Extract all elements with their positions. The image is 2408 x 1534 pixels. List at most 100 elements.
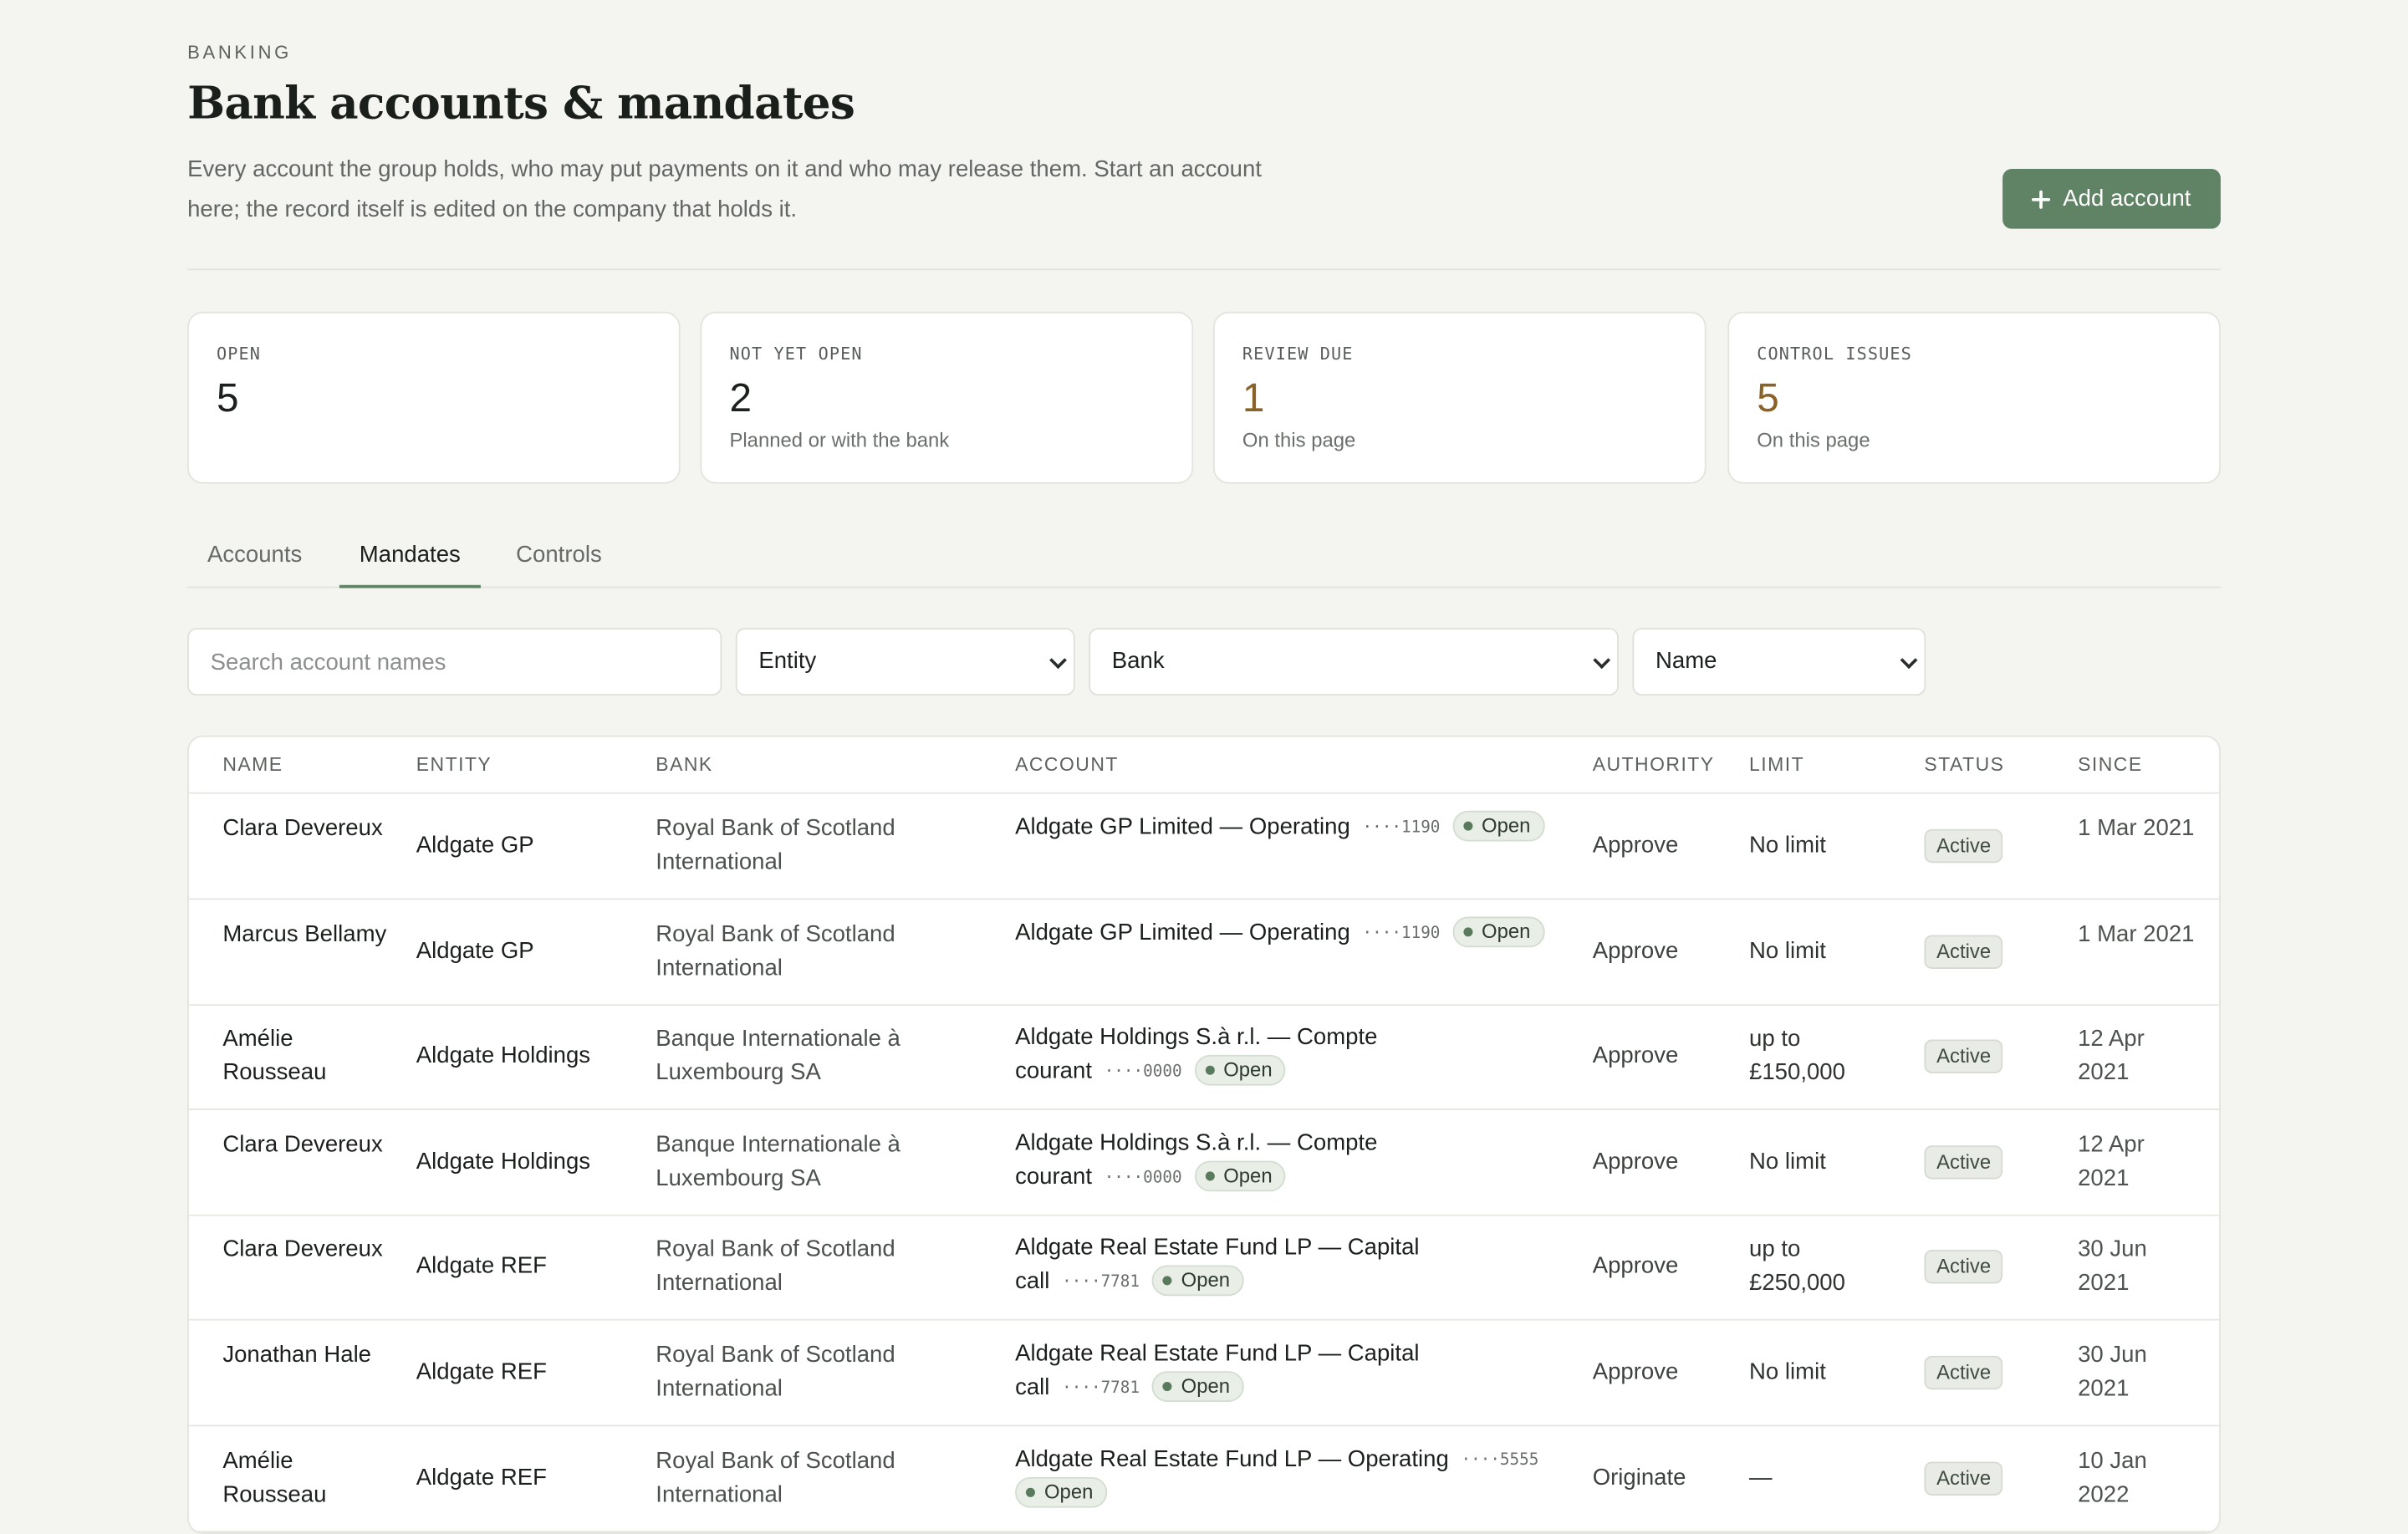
account-status-badge: Open [1151, 1371, 1244, 1402]
account-status-label: Open [1482, 919, 1531, 943]
account-status-label: Open [1181, 1268, 1231, 1292]
limit: up to £250,000 [1749, 1236, 1845, 1297]
chevron-down-icon [1049, 651, 1067, 670]
page: BANKING Bank accounts & mandates Every a… [0, 0, 2408, 1534]
status-badge: Active [1924, 828, 2003, 864]
account-name: Aldgate Real Estate Fund LP — Operating [1015, 1445, 1449, 1472]
status-dot-icon [1162, 1382, 1172, 1392]
signatory-name: Marcus Bellamy [222, 920, 387, 947]
entity-name: Aldgate Holdings [416, 1042, 591, 1069]
limit: No limit [1749, 1358, 1826, 1385]
stat-subtext: On this page [1242, 428, 1356, 451]
account-number-masked: ····0000 [1104, 1168, 1182, 1187]
stat-value: 5 [216, 375, 239, 421]
signatory-name: Amélie Rousseau [222, 1447, 327, 1507]
table-row[interactable]: Clara Devereux Aldgate Holdings Banque Int… [188, 1110, 2220, 1216]
column-header-authority[interactable]: AUTHORITY [1593, 754, 1715, 776]
account-number-masked: ····5555 [1461, 1450, 1539, 1470]
bank-name: Royal Bank of Scotland International [656, 1342, 895, 1402]
account-status-badge: Open [1452, 915, 1544, 947]
account-number-masked: ····7781 [1062, 1379, 1140, 1398]
page-title: Bank accounts & mandates [187, 76, 855, 130]
account-cell: Aldgate Real Estate Fund LP — Capital ca… [1015, 1338, 1553, 1405]
plus-icon [2032, 189, 2051, 208]
status-dot-icon [1162, 1277, 1172, 1287]
entity-select[interactable]: Entity [735, 628, 1075, 696]
column-header-name[interactable]: NAME [222, 754, 283, 776]
since-date: 12 Apr 2021 [2078, 1026, 2145, 1086]
signatory-name: Amélie Rousseau [222, 1026, 327, 1086]
status-dot-icon [1205, 1171, 1215, 1181]
status-cell: Active [1924, 1355, 2003, 1390]
limit: No limit [1749, 937, 1826, 964]
table-row[interactable]: Amélie Rousseau Aldgate REF Royal Bank of … [188, 1426, 2220, 1532]
table-row[interactable]: Clara Devereux Aldgate GP Royal Bank of Sc… [188, 794, 2220, 900]
stat-value: 5 [1757, 375, 1779, 421]
stat-subtext: Planned or with the bank [729, 428, 950, 451]
table-row[interactable]: Amélie Rousseau Aldgate Holdings Banque In… [188, 1005, 2220, 1111]
account-cell: Aldgate Holdings S.à r.l. — Compte coura… [1015, 1022, 1553, 1089]
table-row[interactable]: Clara Devereux Aldgate REF Royal Bank of S… [188, 1215, 2220, 1322]
add-account-button[interactable]: Add account [2002, 169, 2221, 229]
account-status-label: Open [1181, 1373, 1231, 1398]
table-row[interactable]: Jonathan Hale Aldgate REF Royal Bank of Sc… [188, 1321, 2220, 1427]
sort-select[interactable]: Name [1632, 628, 1926, 696]
account-status-badge: Open [1151, 1266, 1244, 1297]
search-input[interactable] [187, 628, 722, 696]
entity-name: Aldgate REF [416, 1358, 547, 1385]
stat-card-review-due: REVIEW DUE 1 On this page [1213, 311, 1707, 484]
account-cell: Aldgate GP Limited — Operating ····1190 Op… [1015, 915, 1553, 950]
signatory-name: Clara Devereux [222, 1131, 383, 1158]
column-header-since[interactable]: SINCE [2078, 754, 2143, 776]
column-header-bank[interactable]: BANK [656, 754, 712, 776]
stat-value: 2 [729, 375, 752, 421]
section-eyebrow: BANKING [187, 41, 293, 64]
stat-label: NOT YET OPEN [729, 344, 863, 364]
bank-name: Royal Bank of Scotland International [656, 920, 895, 981]
account-status-label: Open [1223, 1163, 1273, 1187]
account-status-badge: Open [1452, 810, 1544, 842]
account-number-masked: ····1190 [1362, 818, 1441, 838]
column-header-status[interactable]: STATUS [1924, 754, 2004, 776]
stat-card-control-issues: CONTROL ISSUES 5 On this page [1727, 311, 2221, 484]
limit: No limit [1749, 1148, 1826, 1175]
filter-bar: Entity Bank Name [187, 628, 2221, 696]
account-status-badge: Open [1194, 1160, 1287, 1191]
tab-controls[interactable]: Controls [496, 527, 621, 588]
table-row[interactable]: Marcus Bellamy Aldgate GP Royal Bank of Sc… [188, 900, 2220, 1006]
column-header-entity[interactable]: ENTITY [416, 754, 492, 776]
account-status-badge: Open [1194, 1055, 1287, 1086]
status-cell: Active [1924, 934, 2003, 969]
stat-card-not-yet-open: NOT YET OPEN 2 Planned or with the bank [700, 311, 1194, 484]
since-date: 30 Jun 2021 [2078, 1236, 2147, 1297]
limit: up to £150,000 [1749, 1026, 1845, 1086]
account-number-masked: ····7781 [1062, 1273, 1140, 1292]
since-date: 30 Jun 2021 [2078, 1342, 2147, 1402]
account-name: Aldgate GP Limited — Operating [1015, 919, 1350, 945]
account-status-label: Open [1043, 1479, 1094, 1503]
entity-select-value: Entity [758, 648, 817, 675]
status-cell: Active [1924, 1250, 2003, 1285]
status-badge: Active [1924, 1144, 2003, 1180]
account-number-masked: ····0000 [1104, 1063, 1182, 1082]
status-cell: Active [1924, 1144, 2003, 1180]
status-dot-icon [1462, 821, 1472, 831]
bank-name: Royal Bank of Scotland International [656, 1236, 895, 1297]
column-header-limit[interactable]: LIMIT [1749, 754, 1804, 776]
column-header-account[interactable]: ACCOUNT [1015, 754, 1119, 776]
account-status-label: Open [1482, 813, 1531, 838]
divider [187, 268, 2221, 271]
entity-name: Aldgate GP [416, 832, 534, 859]
tab-mandates[interactable]: Mandates [339, 527, 481, 589]
signatory-name: Clara Devereux [222, 1236, 383, 1263]
bank-select[interactable]: Bank [1089, 628, 1619, 696]
bank-select-value: Bank [1111, 648, 1165, 675]
stat-label: REVIEW DUE [1242, 344, 1354, 364]
account-cell: Aldgate Real Estate Fund LP — Operating ·… [1015, 1443, 1553, 1511]
tab-accounts[interactable]: Accounts [187, 527, 322, 588]
status-dot-icon [1462, 926, 1472, 936]
account-cell: Aldgate GP Limited — Operating ····1190 Op… [1015, 810, 1553, 844]
since-date: 12 Apr 2021 [2078, 1131, 2145, 1191]
status-badge: Active [1924, 934, 2003, 969]
since-date: 10 Jan 2022 [2078, 1447, 2147, 1507]
